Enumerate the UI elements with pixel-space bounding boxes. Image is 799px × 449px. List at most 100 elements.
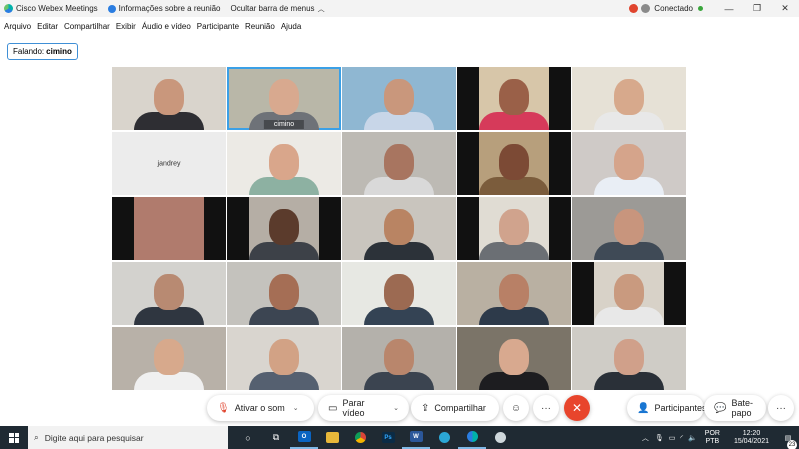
lock-icon[interactable] bbox=[641, 4, 651, 13]
video-tile[interactable] bbox=[342, 262, 456, 325]
video-tile[interactable] bbox=[572, 197, 686, 260]
restore-button[interactable]: ❐ bbox=[743, 3, 771, 14]
notifications-button[interactable]: ▤ 23 bbox=[777, 434, 799, 449]
active-speaker-badge: Falando: cimino bbox=[7, 43, 78, 60]
menu-item[interactable]: Compartilhar bbox=[64, 22, 110, 31]
unmute-button[interactable]: 🎙 Ativar o som ⌄ bbox=[207, 395, 314, 421]
participant-head bbox=[499, 339, 529, 375]
edge-icon[interactable] bbox=[430, 426, 458, 449]
file-explorer-icon[interactable] bbox=[318, 426, 346, 449]
video-tile[interactable] bbox=[112, 262, 226, 325]
video-tile[interactable] bbox=[227, 197, 341, 260]
webex-taskbar-icon[interactable] bbox=[458, 426, 486, 449]
participant-head bbox=[154, 274, 184, 310]
letterbox-bar bbox=[457, 197, 479, 260]
menu-item[interactable]: Participante bbox=[197, 22, 239, 31]
windows-logo-icon bbox=[9, 432, 19, 443]
more-options-button[interactable]: ··· bbox=[533, 395, 559, 421]
info-icon bbox=[107, 4, 116, 13]
more-icon: ··· bbox=[776, 402, 786, 414]
person-icon: 👤 bbox=[637, 402, 650, 414]
reactions-button[interactable]: ☺ bbox=[503, 395, 529, 421]
menu-item[interactable]: Editar bbox=[37, 22, 58, 31]
photoshop-icon[interactable]: Ps bbox=[374, 426, 402, 449]
chat-label: Bate-papo bbox=[731, 398, 753, 418]
video-tile[interactable] bbox=[572, 327, 686, 390]
video-tile[interactable] bbox=[457, 67, 571, 130]
title-bar: Cisco Webex Meetings Informações sobre a… bbox=[0, 0, 799, 17]
start-button[interactable] bbox=[0, 432, 28, 443]
participant-head bbox=[614, 144, 644, 180]
chevron-up-icon: ︿ bbox=[317, 5, 325, 13]
video-tile[interactable] bbox=[457, 197, 571, 260]
video-tile[interactable] bbox=[457, 262, 571, 325]
task-view-icon[interactable]: ⧉ bbox=[262, 426, 290, 449]
video-tile[interactable] bbox=[457, 132, 571, 195]
menu-item[interactable]: Áudio e vídeo bbox=[142, 22, 191, 31]
video-tile[interactable] bbox=[112, 197, 226, 260]
word-icon[interactable]: W bbox=[402, 426, 430, 449]
menu-item[interactable]: Arquivo bbox=[4, 22, 31, 31]
participant-name: jandrey bbox=[157, 160, 181, 167]
participant-head bbox=[499, 274, 529, 310]
video-tile[interactable] bbox=[342, 67, 456, 130]
video-tile[interactable]: jandrey bbox=[112, 132, 226, 195]
video-tile[interactable] bbox=[227, 327, 341, 390]
participant-head bbox=[154, 339, 184, 375]
wifi-icon[interactable]: ◜ bbox=[680, 434, 683, 442]
paint-icon[interactable] bbox=[486, 426, 514, 449]
participant-head bbox=[269, 79, 299, 115]
video-tile[interactable] bbox=[342, 132, 456, 195]
hide-menu-label: Ocultar barra de menus bbox=[230, 4, 315, 13]
share-button[interactable]: ⇪ Compartilhar bbox=[411, 395, 499, 421]
language-indicator[interactable]: POR PTB bbox=[705, 430, 720, 446]
end-meeting-button[interactable]: ✕ bbox=[564, 395, 590, 421]
video-tile[interactable] bbox=[572, 132, 686, 195]
video-tile[interactable]: cimino bbox=[227, 67, 341, 130]
video-tile[interactable] bbox=[112, 67, 226, 130]
participant-head bbox=[614, 339, 644, 375]
video-tile[interactable] bbox=[112, 327, 226, 390]
chat-button[interactable]: 💬 Bate-papo bbox=[704, 395, 766, 421]
chevron-down-icon[interactable]: ⌄ bbox=[293, 404, 299, 412]
clock[interactable]: 12:20 15/04/2021 bbox=[734, 430, 769, 446]
stop-video-button[interactable]: ▭ Parar vídeo ⌄ bbox=[318, 395, 409, 421]
cortana-icon[interactable]: ○ bbox=[234, 426, 262, 449]
letterbox-bar bbox=[227, 197, 249, 260]
microphone-icon[interactable]: 🎙 bbox=[655, 434, 664, 442]
webex-logo-icon bbox=[4, 4, 13, 13]
chrome-icon[interactable] bbox=[346, 426, 374, 449]
letterbox-bar bbox=[664, 262, 686, 325]
menu-item[interactable]: Ajuda bbox=[281, 22, 301, 31]
letterbox-bar bbox=[112, 197, 134, 260]
panel-more-button[interactable]: ··· bbox=[768, 395, 794, 421]
participant-head bbox=[614, 79, 644, 115]
participants-button[interactable]: 👤 Participantes bbox=[627, 395, 706, 421]
chevron-up-icon[interactable]: ︿ bbox=[642, 433, 649, 443]
taskbar-search[interactable]: ⌕ Digite aqui para pesquisar bbox=[28, 426, 228, 449]
video-tile[interactable] bbox=[227, 262, 341, 325]
close-window-button[interactable]: ✕ bbox=[771, 3, 799, 14]
recording-icon[interactable] bbox=[629, 4, 639, 13]
keyboard-layout: PTB bbox=[705, 437, 720, 445]
volume-icon[interactable]: 🔈 bbox=[688, 434, 697, 442]
meeting-info-button[interactable]: Informações sobre a reunião bbox=[107, 4, 221, 13]
menu-item[interactable]: Reunião bbox=[245, 22, 275, 31]
video-tile[interactable] bbox=[342, 197, 456, 260]
participant-head bbox=[499, 79, 529, 115]
minimize-button[interactable]: — bbox=[715, 4, 743, 14]
speaking-name: cimino bbox=[46, 47, 72, 56]
chevron-down-icon[interactable]: ⌄ bbox=[393, 404, 399, 412]
system-tray: ︿ 🎙 ▭ ◜ 🔈 POR PTB 12:20 15/04/2021 ▤ 23 bbox=[642, 426, 799, 449]
video-tile[interactable] bbox=[572, 262, 686, 325]
share-label: Compartilhar bbox=[434, 403, 486, 413]
hide-menu-button[interactable]: Ocultar barra de menus ︿ bbox=[231, 4, 325, 14]
network-icon[interactable]: ▭ bbox=[669, 434, 676, 442]
video-tile[interactable] bbox=[457, 327, 571, 390]
video-tile[interactable] bbox=[572, 67, 686, 130]
video-tile[interactable] bbox=[227, 132, 341, 195]
menu-item[interactable]: Exibir bbox=[116, 22, 136, 31]
participant-head bbox=[499, 144, 529, 180]
video-tile[interactable] bbox=[342, 327, 456, 390]
outlook-icon[interactable]: O bbox=[290, 426, 318, 449]
